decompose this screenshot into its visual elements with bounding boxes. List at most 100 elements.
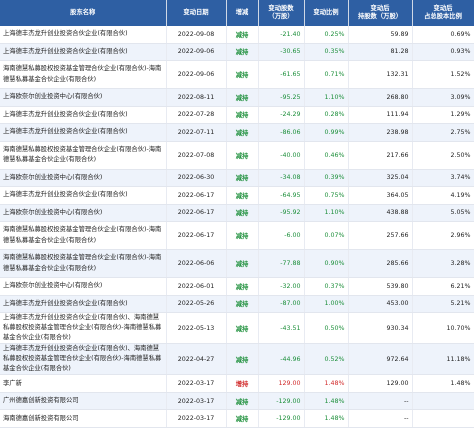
holder-cell: 上海德丰杰龙升创业投资合伙企业(有限合伙)、海南德慧私募股权投资基金管理合伙企业… xyxy=(0,343,167,376)
table-row: 上海欧奈尔创业投资中心(有限合伙) 2022-06-30 减持 -34.08 0.39%… xyxy=(0,169,474,187)
holder-cell: 上海德丰杰龙升创业投资合伙企业(有限合伙) xyxy=(0,26,167,44)
after-ratio-cell: 3.09% xyxy=(412,88,474,107)
date-cell: 2022-07-11 xyxy=(166,123,227,142)
table-row: 上海德丰杰龙升创业投资合伙企业(有限合伙) 2022-06-17 减持 -64.95 0… xyxy=(0,186,474,205)
change-shares-cell: -95.92 xyxy=(258,204,305,222)
holder-cell: 上海欧奈尔创业投资中心(有限合伙) xyxy=(0,277,167,296)
change-shares-cell: -77.88 xyxy=(258,249,305,278)
change-shares-cell: -61.65 xyxy=(258,60,305,89)
date-cell: 2022-09-08 xyxy=(166,26,227,44)
direction-cell: 减持 xyxy=(226,141,259,170)
after-ratio-cell: 1.52% xyxy=(412,60,474,89)
header-direction: 增减 xyxy=(226,0,259,26)
change-ratio-cell: 0.90% xyxy=(304,249,349,278)
after-ratio-cell xyxy=(412,409,474,428)
date-cell: 2022-05-13 xyxy=(166,312,227,345)
direction-cell: 减持 xyxy=(226,295,259,313)
change-ratio-cell: 0.52% xyxy=(304,343,349,376)
date-cell: 2022-07-28 xyxy=(166,106,227,124)
change-ratio-cell: 0.50% xyxy=(304,312,349,345)
direction-cell: 减持 xyxy=(226,312,259,345)
table-row: 上海欧奈尔创业投资中心(有限合伙) 2022-06-17 减持 -95.92 1.10%… xyxy=(0,204,474,222)
after-ratio-cell: 2.96% xyxy=(412,221,474,250)
after-ratio-cell: 5.05% xyxy=(412,204,474,222)
after-ratio-cell: 2.50% xyxy=(412,141,474,170)
after-shares-cell: 972.64 xyxy=(348,343,413,376)
change-shares-cell: -129.00 xyxy=(258,392,305,411)
change-shares-cell: -6.00 xyxy=(258,221,305,250)
direction-cell: 减持 xyxy=(226,249,259,278)
change-shares-cell: -24.29 xyxy=(258,106,305,124)
date-cell: 2022-06-17 xyxy=(166,204,227,222)
header-change-ratio: 变动比例 xyxy=(304,0,349,26)
after-shares-cell: 438.88 xyxy=(348,204,413,222)
holder-cell: 海南德慧私募股权投资基金管理合伙企业(有限合伙)-海南德慧私募基金合伙企业(有限… xyxy=(0,221,167,250)
holder-cell: 海南德慧私募股权投资基金管理合伙企业(有限合伙)-海南德慧私募基金合伙企业(有限… xyxy=(0,249,167,278)
holder-cell: 李广新 xyxy=(0,374,167,393)
date-cell: 2022-03-17 xyxy=(166,392,227,411)
direction-cell: 减持 xyxy=(226,88,259,107)
after-shares-cell: 129.00 xyxy=(348,374,413,393)
header-after-ratio: 变动后 占总股本比例 xyxy=(412,0,474,26)
after-ratio-cell: 11.18% xyxy=(412,343,474,376)
date-cell: 2022-03-17 xyxy=(166,409,227,428)
after-shares-cell: 364.05 xyxy=(348,186,413,205)
date-cell: 2022-05-26 xyxy=(166,295,227,313)
holder-cell: 广州德嘉创新投资有限公司 xyxy=(0,392,167,411)
header-after-shares: 变动后 持股数（万股） xyxy=(348,0,413,26)
holder-cell: 上海欧奈尔创业投资中心(有限合伙) xyxy=(0,169,167,187)
date-cell: 2022-06-30 xyxy=(166,169,227,187)
change-shares-cell: -64.95 xyxy=(258,186,305,205)
date-cell: 2022-09-06 xyxy=(166,60,227,89)
date-cell: 2022-06-01 xyxy=(166,277,227,296)
after-ratio-cell: 0.93% xyxy=(412,43,474,61)
table-row: 海南德慧私募股权投资基金管理合伙企业(有限合伙)-海南德慧私募基金合伙企业(有限… xyxy=(0,60,474,89)
change-shares-cell: -21.40 xyxy=(258,26,305,44)
date-cell: 2022-09-06 xyxy=(166,43,227,61)
table-row: 上海德丰杰龙升创业投资合伙企业(有限合伙) 2022-07-28 减持 -24.29 0… xyxy=(0,106,474,124)
direction-cell: 减持 xyxy=(226,43,259,61)
direction-cell: 减持 xyxy=(226,60,259,89)
change-ratio-cell: 0.46% xyxy=(304,141,349,170)
after-shares-cell: 453.00 xyxy=(348,295,413,313)
table-row: 广州德嘉创新投资有限公司 2022-03-17 减持 -129.00 1.48% -- xyxy=(0,392,474,411)
change-ratio-cell: 0.37% xyxy=(304,277,349,296)
holder-cell: 海南德慧私募股权投资基金管理合伙企业(有限合伙)-海南德慧私募基金合伙企业(有限… xyxy=(0,60,167,89)
holder-cell: 上海德丰杰龙升创业投资合伙企业(有限合伙) xyxy=(0,186,167,205)
holder-cell: 上海德丰杰龙升创业投资合伙企业(有限合伙) xyxy=(0,123,167,142)
change-shares-cell: -86.06 xyxy=(258,123,305,142)
change-ratio-cell: 0.71% xyxy=(304,60,349,89)
direction-cell: 减持 xyxy=(226,343,259,376)
change-shares-cell: -129.00 xyxy=(258,409,305,428)
change-ratio-cell: 1.10% xyxy=(304,88,349,107)
table-row: 海南德慧私募股权投资基金管理合伙企业(有限合伙)-海南德慧私募基金合伙企业(有限… xyxy=(0,221,474,250)
after-ratio-cell xyxy=(412,392,474,411)
after-ratio-cell: 1.48% xyxy=(412,374,474,393)
after-shares-cell: 268.80 xyxy=(348,88,413,107)
after-shares-cell: 132.31 xyxy=(348,60,413,89)
change-shares-cell: 129.00 xyxy=(258,374,305,393)
table-row: 上海德丰杰龙升创业投资合伙企业(有限合伙)、海南德慧私募股权投资基金管理合伙企业… xyxy=(0,312,474,345)
change-ratio-cell: 0.35% xyxy=(304,43,349,61)
change-shares-cell: -44.96 xyxy=(258,343,305,376)
table-row: 上海德丰杰龙升创业投资合伙企业(有限合伙) 2022-05-26 减持 -87.00 1… xyxy=(0,295,474,313)
after-ratio-cell: 3.28% xyxy=(412,249,474,278)
date-cell: 2022-06-17 xyxy=(166,186,227,205)
direction-cell: 减持 xyxy=(226,26,259,44)
date-cell: 2022-07-08 xyxy=(166,141,227,170)
table-row: 海南德嘉创新投资有限公司 2022-03-17 减持 -129.00 1.48% -- xyxy=(0,409,474,428)
after-shares-cell: 111.94 xyxy=(348,106,413,124)
date-cell: 2022-06-17 xyxy=(166,221,227,250)
date-cell: 2022-08-11 xyxy=(166,88,227,107)
holder-cell: 上海欧奈尔创业投资中心(有限合伙) xyxy=(0,88,167,107)
change-ratio-cell: 0.28% xyxy=(304,106,349,124)
table-row: 上海德丰杰龙升创业投资合伙企业(有限合伙) 2022-09-08 减持 -21.40 0… xyxy=(0,26,474,44)
change-ratio-cell: 0.07% xyxy=(304,221,349,250)
table-row: 上海德丰杰龙升创业投资合伙企业(有限合伙) 2022-07-11 减持 -86.06 0… xyxy=(0,123,474,142)
direction-cell: 减持 xyxy=(226,169,259,187)
after-shares-cell: 81.28 xyxy=(348,43,413,61)
after-ratio-cell: 5.21% xyxy=(412,295,474,313)
direction-cell: 减持 xyxy=(226,186,259,205)
table-row: 海南德慧私募股权投资基金管理合伙企业(有限合伙)-海南德慧私募基金合伙企业(有限… xyxy=(0,141,474,170)
after-ratio-cell: 4.19% xyxy=(412,186,474,205)
